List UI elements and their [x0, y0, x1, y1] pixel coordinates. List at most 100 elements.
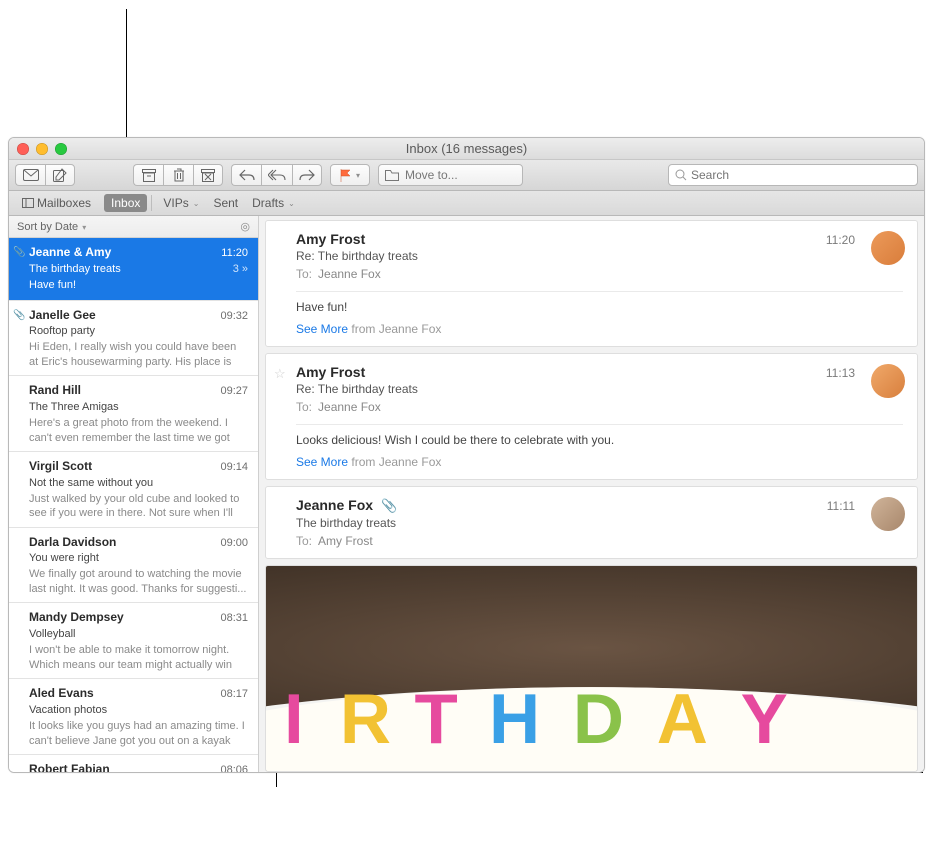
preview-pane: Amy FrostRe: The birthday treatsTo:Jeann… — [259, 216, 924, 772]
favbar-tab-inbox[interactable]: Inbox — [104, 194, 147, 212]
see-more-from: from Jeanne Fox — [348, 455, 441, 469]
favbar-tab-sent[interactable]: Sent — [206, 194, 245, 212]
to-label: To: — [296, 534, 312, 548]
message-preview: I won't be able to make it tomorrow nigh… — [29, 643, 248, 671]
flag-button[interactable]: ▾ — [330, 164, 370, 186]
forward-icon — [299, 169, 315, 181]
favbar-tab-vips[interactable]: VIPs ⌄ — [156, 194, 206, 212]
thread-from: Amy Frost — [296, 231, 365, 247]
chevron-down-icon: ⌄ — [288, 199, 295, 208]
message-preview: Have fun! — [29, 278, 248, 293]
message-list-column: Sort by Date ▾ ◎ 📎 Jeanne & Amy 11:20 The b… — [9, 216, 259, 772]
message-subject: Volleyball — [29, 627, 75, 642]
attachment-icon: 📎 — [13, 309, 25, 323]
message-from: Darla Davidson — [29, 534, 116, 550]
svg-text:Y: Y — [741, 680, 788, 759]
message-list-item[interactable]: Darla Davidson09:00You were rightWe fina… — [9, 528, 258, 604]
move-to-label: Move to... — [405, 168, 458, 182]
message-subject: Rooftop party — [29, 324, 95, 339]
message-subject: Vacation photos — [29, 703, 107, 718]
svg-text:I: I — [284, 680, 304, 759]
message-list-item[interactable]: 📎Jeanne & Amy11:20The birthday treats3 »… — [9, 238, 258, 301]
message-list-item[interactable]: 📎Janelle Gee09:32Rooftop partyHi Eden, I… — [9, 301, 258, 377]
favorites-bar: Mailboxes Inbox VIPs ⌄ Sent Drafts ⌄ — [9, 191, 924, 216]
attachment-icon: 📎 — [381, 498, 397, 513]
message-time: 08:31 — [220, 611, 248, 626]
thread-count: 3 » — [233, 262, 248, 277]
message-from: Rand Hill — [29, 382, 81, 398]
avatar — [871, 364, 905, 398]
message-from: Mandy Dempsey — [29, 609, 124, 625]
get-mail-button[interactable] — [15, 164, 45, 186]
message-list-item[interactable]: Virgil Scott09:14Not the same without yo… — [9, 452, 258, 528]
message-list-item[interactable]: Rand Hill09:27The Three AmigasHere's a g… — [9, 376, 258, 452]
thread-attachment-image: I R T H D A Y — [265, 565, 918, 772]
forward-button[interactable] — [292, 164, 322, 186]
favbar-tab-label: Drafts — [252, 196, 284, 210]
sort-label: Sort by Date — [17, 221, 78, 233]
thread-to: Jeanne Fox — [318, 400, 381, 414]
svg-text:T: T — [414, 680, 457, 759]
message-time: 11:20 — [221, 246, 248, 261]
message-from: Jeanne & Amy — [29, 244, 111, 260]
thread-subject: Re: The birthday treats — [296, 382, 418, 396]
titlebar: Inbox (16 messages) — [9, 138, 924, 160]
message-time: 09:14 — [220, 460, 248, 475]
avatar — [871, 497, 905, 531]
search-icon — [675, 169, 687, 181]
flag-icon — [340, 169, 352, 182]
message-time: 09:27 — [220, 384, 248, 399]
sort-header[interactable]: Sort by Date ▾ ◎ — [9, 216, 258, 238]
reply-button[interactable] — [231, 164, 261, 186]
thread-message-card[interactable]: ☆Amy FrostRe: The birthday treatsTo:Jean… — [265, 353, 918, 480]
message-preview: It looks like you guys had an amazing ti… — [29, 719, 248, 747]
compose-icon — [53, 168, 67, 182]
compose-button[interactable] — [45, 164, 75, 186]
thread-time: 11:11 — [827, 499, 855, 513]
svg-text:R: R — [340, 680, 391, 759]
message-from: Virgil Scott — [29, 458, 92, 474]
separator — [296, 291, 903, 292]
favbar-tab-label: VIPs — [163, 196, 188, 210]
message-from: Janelle Gee — [29, 307, 96, 323]
search-input[interactable] — [691, 168, 911, 182]
star-icon[interactable]: ☆ — [274, 366, 286, 382]
see-more-link[interactable]: See More from Jeanne Fox — [296, 322, 903, 336]
thread-message-card[interactable]: Jeanne Fox📎The birthday treatsTo:Amy Fro… — [265, 486, 918, 559]
message-time: 08:06 — [220, 763, 248, 772]
message-list-item[interactable]: Mandy Dempsey 08:31 VolleyballI won't be a… — [9, 603, 258, 679]
favbar-tab-label: Sent — [213, 196, 238, 210]
archive-button[interactable] — [133, 164, 163, 186]
junk-button[interactable] — [193, 164, 223, 186]
message-list-item[interactable]: Aled Evans08:17Vacation photosIt looks l… — [9, 679, 258, 755]
search-field[interactable] — [668, 164, 918, 186]
message-from: Aled Evans — [29, 685, 94, 701]
message-subject: The birthday treats — [29, 262, 121, 277]
window-title: Inbox (16 messages) — [9, 141, 924, 156]
thread-time: 11:13 — [826, 366, 855, 380]
reply-all-icon — [268, 169, 286, 181]
svg-text:D: D — [573, 680, 624, 759]
filter-icon[interactable]: ◎ — [240, 220, 250, 233]
delete-button[interactable] — [163, 164, 193, 186]
see-more-link[interactable]: See More from Jeanne Fox — [296, 455, 903, 469]
thread-body: Looks delicious! Wish I could be there t… — [296, 433, 903, 447]
content-area: Sort by Date ▾ ◎ 📎 Jeanne & Amy 11:20 The b… — [9, 216, 924, 772]
move-to-dropdown[interactable]: Move to... — [378, 164, 523, 186]
message-time: 09:00 — [220, 536, 248, 551]
message-preview: Hi Eden, I really wish you could have be… — [29, 340, 248, 368]
thread-message-card[interactable]: Amy FrostRe: The birthday treatsTo:Jeann… — [265, 220, 918, 347]
thread-body: Have fun! — [296, 300, 903, 314]
see-more-from: from Jeanne Fox — [348, 322, 441, 336]
thread-to: Amy Frost — [318, 534, 373, 548]
message-preview: We finally got around to watching the mo… — [29, 567, 248, 595]
toolbar: ▾ Move to... — [9, 160, 924, 191]
chevron-down-icon: ⌄ — [193, 199, 200, 208]
reply-all-button[interactable] — [261, 164, 292, 186]
mailboxes-toggle[interactable]: Mailboxes — [15, 194, 98, 212]
thread-to: Jeanne Fox — [318, 267, 381, 281]
message-list-item[interactable]: Robert Fabian08:06Lost and foundHi every… — [9, 755, 258, 772]
favbar-tab-drafts[interactable]: Drafts ⌄ — [245, 194, 302, 212]
message-list[interactable]: 📎 Jeanne & Amy 11:20 The birthday treats 3 »… — [9, 238, 258, 772]
thread-from: Amy Frost — [296, 364, 365, 380]
